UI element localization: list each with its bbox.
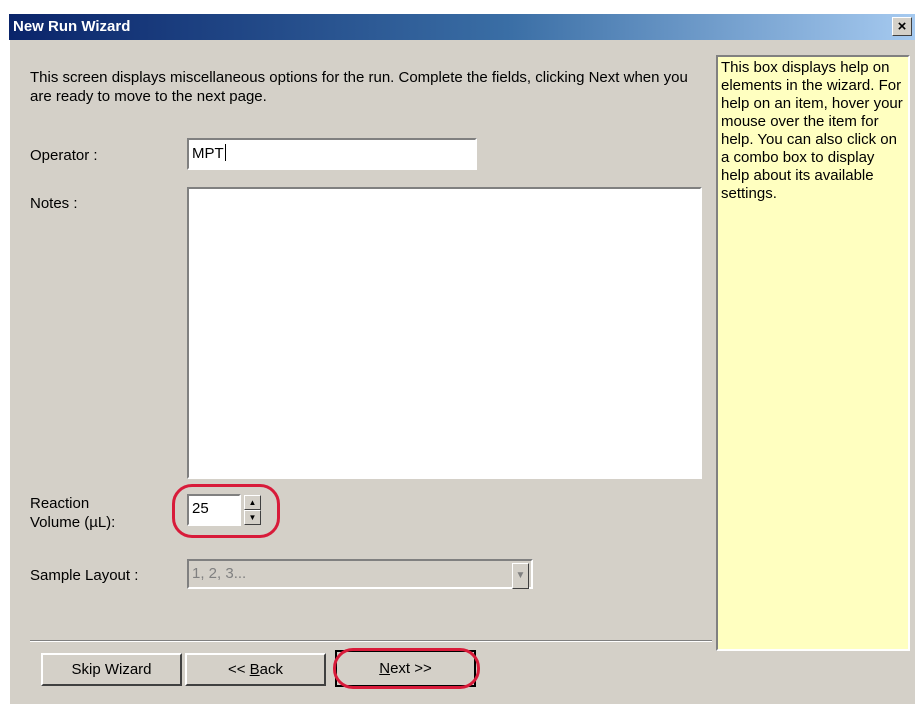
help-box: This box displays help on elements in th… bbox=[716, 55, 910, 651]
text-caret bbox=[224, 144, 226, 161]
spin-up-icon[interactable]: ▲ bbox=[244, 495, 261, 510]
sample-layout-select[interactable]: 1, 2, 3... ▼ bbox=[187, 559, 533, 589]
reaction-volume-label: Reaction Volume (µL): bbox=[30, 495, 116, 531]
sample-layout-label: Sample Layout : bbox=[30, 567, 139, 584]
window-title: New Run Wizard bbox=[13, 18, 131, 35]
new-run-wizard-dialog: New Run Wizard × This screen displays mi… bbox=[9, 14, 915, 704]
notes-label: Notes : bbox=[30, 195, 78, 212]
back-button[interactable]: << Back bbox=[185, 653, 326, 686]
operator-input[interactable]: MPT bbox=[187, 138, 477, 170]
notes-textarea[interactable] bbox=[187, 187, 702, 479]
skip-wizard-button[interactable]: Skip Wizard bbox=[41, 653, 182, 686]
sample-layout-value: 1, 2, 3... bbox=[192, 565, 247, 582]
next-button[interactable]: Next >> bbox=[335, 650, 476, 687]
operator-label: Operator : bbox=[30, 147, 98, 164]
chevron-down-icon[interactable]: ▼ bbox=[512, 563, 529, 589]
spin-down-icon[interactable]: ▼ bbox=[244, 510, 261, 525]
close-icon[interactable]: × bbox=[892, 17, 912, 36]
intro-text: This screen displays miscellaneous optio… bbox=[30, 69, 688, 105]
reaction-volume-input[interactable]: 25 bbox=[187, 494, 241, 526]
operator-value: MPT bbox=[192, 144, 226, 162]
title-bar[interactable]: New Run Wizard × bbox=[9, 14, 915, 40]
footer-divider bbox=[30, 640, 712, 642]
reaction-volume-value: 25 bbox=[192, 500, 209, 517]
